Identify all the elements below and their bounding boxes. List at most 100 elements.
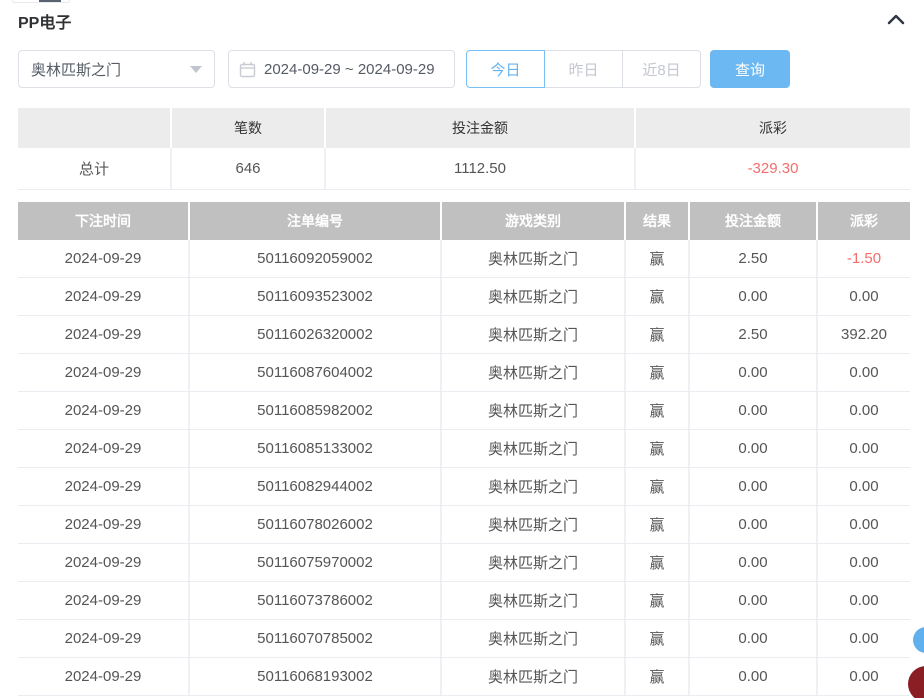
cell-result: 赢: [626, 620, 688, 657]
cell-result: 赢: [626, 582, 688, 619]
summary-bet-amount-value: 1112.50: [326, 148, 634, 189]
cell-result: 赢: [626, 468, 688, 505]
cell-date: 2024-09-29: [18, 316, 188, 353]
header-game-category: 游戏类别: [442, 202, 624, 240]
cell-game: 奥林匹斯之门: [442, 278, 624, 315]
cell-game: 奥林匹斯之门: [442, 506, 624, 543]
cell-bet: 2.50: [690, 240, 816, 277]
table-row: 2024-09-29 50116075970002 奥林匹斯之门赢 0.00 0.00: [18, 544, 910, 582]
floating-service-blue-button[interactable]: [913, 627, 924, 653]
cell-bet: 0.00: [690, 468, 816, 505]
header-payout: 派彩: [818, 202, 910, 240]
cell-date: 2024-09-29: [18, 468, 188, 505]
cell-order-no: 50116068193002: [190, 658, 440, 695]
bet-table-header-row: 下注时间 注单编号 游戏类别 结果 投注金额 派彩: [18, 202, 910, 240]
summary-header-count: 笔数: [172, 108, 324, 148]
cell-payout: 0.00: [818, 658, 910, 695]
cell-order-no: 50116093523002: [190, 278, 440, 315]
summary-total-label: 总计: [18, 148, 170, 189]
table-row: 2024-09-29 50116085133002 奥林匹斯之门赢 0.00 0.00: [18, 430, 910, 468]
cell-bet: 2.50: [690, 316, 816, 353]
cell-game: 奥林匹斯之门: [442, 354, 624, 391]
cell-bet: 0.00: [690, 544, 816, 581]
cell-payout: 0.00: [818, 544, 910, 581]
cell-payout: 0.00: [818, 506, 910, 543]
today-button[interactable]: 今日: [466, 50, 545, 88]
cell-payout: -1.50: [818, 240, 910, 277]
cell-game: 奥林匹斯之门: [442, 392, 624, 429]
chevron-down-icon: [190, 65, 202, 73]
cell-date: 2024-09-29: [18, 544, 188, 581]
calendar-icon: [239, 61, 256, 78]
table-row: 2024-09-29 50116070785002 奥林匹斯之门赢 0.00 0.00: [18, 620, 910, 658]
cell-payout: 392.20: [818, 316, 910, 353]
search-button[interactable]: 查询: [710, 50, 790, 88]
cell-date: 2024-09-29: [18, 240, 188, 277]
cell-bet: 0.00: [690, 430, 816, 467]
cell-game: 奥林匹斯之门: [442, 620, 624, 657]
summary-table: 笔数 投注金额 派彩 总计 646 1112.50 -329.30: [18, 108, 910, 190]
cell-order-no: 50116085982002: [190, 392, 440, 429]
cell-payout: 0.00: [818, 430, 910, 467]
cell-result: 赢: [626, 658, 688, 695]
table-row: 2024-09-29 50116087604002 奥林匹斯之门赢 0.00 0.00: [18, 354, 910, 392]
cutoff-element: [12, 0, 70, 3]
summary-header-bet-amount: 投注金额: [326, 108, 634, 148]
cell-payout: 0.00: [818, 468, 910, 505]
header-bet-amount: 投注金额: [690, 202, 816, 240]
summary-header-row: 笔数 投注金额 派彩: [18, 108, 910, 148]
cell-bet: 0.00: [690, 506, 816, 543]
table-row: 2024-09-29 50116092059002 奥林匹斯之门赢 2.50 -1.50: [18, 240, 910, 278]
table-row: 2024-09-29 50116068193002 奥林匹斯之门赢 0.00 0.00: [18, 658, 910, 696]
game-select-value: 奥林匹斯之门: [31, 61, 122, 79]
cell-order-no: 50116092059002: [190, 240, 440, 277]
last-8-days-button[interactable]: 近8日: [622, 50, 701, 88]
cell-order-no: 50116078026002: [190, 506, 440, 543]
yesterday-button[interactable]: 昨日: [544, 50, 623, 88]
cell-result: 赢: [626, 278, 688, 315]
cell-bet: 0.00: [690, 354, 816, 391]
cell-date: 2024-09-29: [18, 582, 188, 619]
cell-result: 赢: [626, 506, 688, 543]
cell-date: 2024-09-29: [18, 620, 188, 657]
cell-bet: 0.00: [690, 278, 816, 315]
cell-date: 2024-09-29: [18, 658, 188, 695]
header-order-number: 注单编号: [190, 202, 440, 240]
cell-game: 奥林匹斯之门: [442, 468, 624, 505]
cell-payout: 0.00: [818, 582, 910, 619]
cell-result: 赢: [626, 430, 688, 467]
cell-payout: 0.00: [818, 354, 910, 391]
cell-game: 奥林匹斯之门: [442, 658, 624, 695]
table-row: 2024-09-29 50116085982002 奥林匹斯之门赢 0.00 0.00: [18, 392, 910, 430]
page-title: PP电子: [18, 15, 72, 32]
cell-bet: 0.00: [690, 658, 816, 695]
cell-bet: 0.00: [690, 392, 816, 429]
game-select[interactable]: 奥林匹斯之门: [18, 50, 215, 88]
cell-date: 2024-09-29: [18, 354, 188, 391]
table-row: 2024-09-29 50116082944002 奥林匹斯之门赢 0.00 0.00: [18, 468, 910, 506]
header-bet-time: 下注时间: [18, 202, 188, 240]
cell-order-no: 50116073786002: [190, 582, 440, 619]
bet-table: 下注时间 注单编号 游戏类别 结果 投注金额 派彩 2024-09-29 5011…: [18, 202, 910, 696]
cell-order-no: 50116075970002: [190, 544, 440, 581]
cell-result: 赢: [626, 392, 688, 429]
cell-order-no: 50116085133002: [190, 430, 440, 467]
cell-result: 赢: [626, 240, 688, 277]
cell-order-no: 50116087604002: [190, 354, 440, 391]
cell-date: 2024-09-29: [18, 506, 188, 543]
cell-game: 奥林匹斯之门: [442, 316, 624, 353]
cell-order-no: 50116026320002: [190, 316, 440, 353]
date-range-value: 2024-09-29 ~ 2024-09-29: [264, 60, 435, 78]
floating-service-red-button[interactable]: [908, 666, 924, 698]
chevron-up-icon[interactable]: [885, 11, 907, 27]
cell-date: 2024-09-29: [18, 392, 188, 429]
date-range-input[interactable]: 2024-09-29 ~ 2024-09-29: [228, 50, 455, 88]
cell-date: 2024-09-29: [18, 278, 188, 315]
cell-game: 奥林匹斯之门: [442, 240, 624, 277]
summary-count-value: 646: [172, 148, 324, 189]
bet-table-body: 2024-09-29 50116092059002 奥林匹斯之门赢 2.50 -1.50…: [18, 240, 910, 696]
header-result: 结果: [626, 202, 688, 240]
cell-game: 奥林匹斯之门: [442, 582, 624, 619]
table-row: 2024-09-29 50116026320002 奥林匹斯之门赢 2.50 392.2…: [18, 316, 910, 354]
cell-game: 奥林匹斯之门: [442, 544, 624, 581]
